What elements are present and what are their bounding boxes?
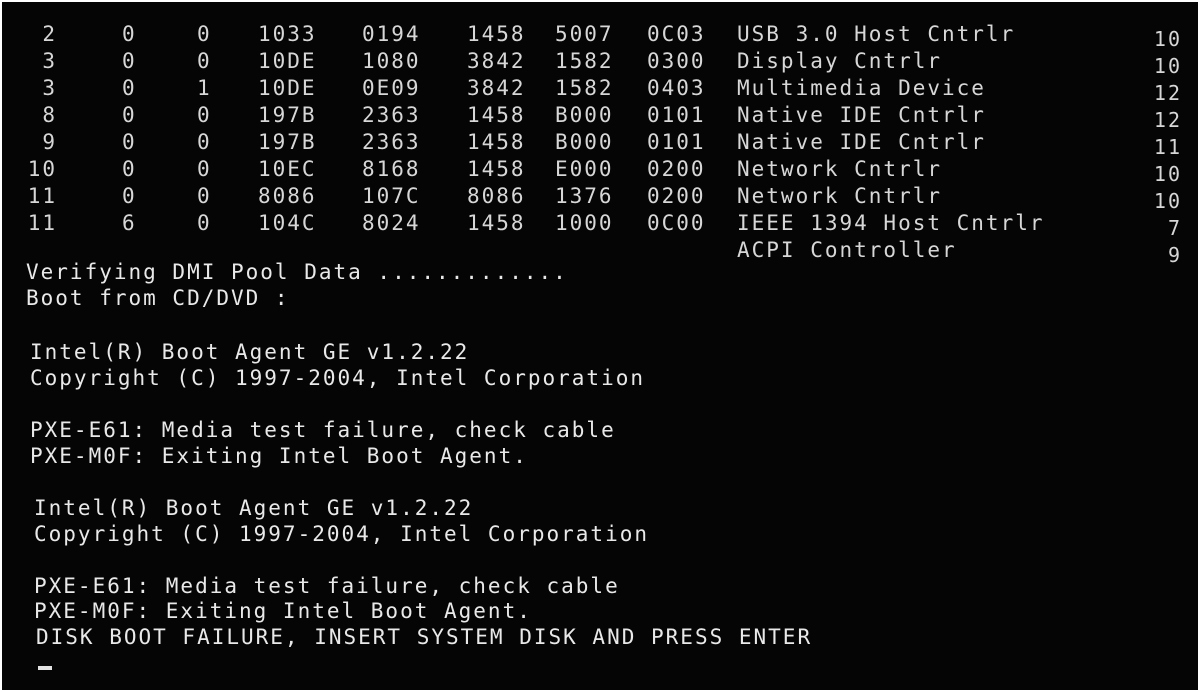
text-cursor xyxy=(38,666,52,670)
pxe-error-line: PXE-E61: Media test failure, check cable xyxy=(30,418,616,442)
boot-agent-copyright: Copyright (C) 1997-2004, Intel Corporati… xyxy=(34,522,650,546)
boot-device-line: Boot from CD/DVD : xyxy=(26,286,290,310)
bios-post-screen: 2 0 0 1033 0194 1458 5007 0C03 USB 3.0 Host Cntr… xyxy=(2,2,1198,690)
pxe-exit-line: PXE-M0F: Exiting Intel Boot Agent. xyxy=(30,444,528,468)
boot-messages: Verifying DMI Pool Data ............. Bo… xyxy=(2,2,1198,690)
boot-agent-title: Intel(R) Boot Agent GE v1.2.22 xyxy=(30,340,470,364)
pxe-error-line: PXE-E61: Media test failure, check cable xyxy=(34,574,620,598)
disk-boot-failure-message: DISK BOOT FAILURE, INSERT SYSTEM DISK AN… xyxy=(36,625,813,649)
dmi-verify-line: Verifying DMI Pool Data ............. xyxy=(26,260,568,284)
pxe-exit-line: PXE-M0F: Exiting Intel Boot Agent. xyxy=(34,599,532,623)
boot-agent-copyright: Copyright (C) 1997-2004, Intel Corporati… xyxy=(30,366,646,390)
boot-agent-title: Intel(R) Boot Agent GE v1.2.22 xyxy=(34,496,474,520)
